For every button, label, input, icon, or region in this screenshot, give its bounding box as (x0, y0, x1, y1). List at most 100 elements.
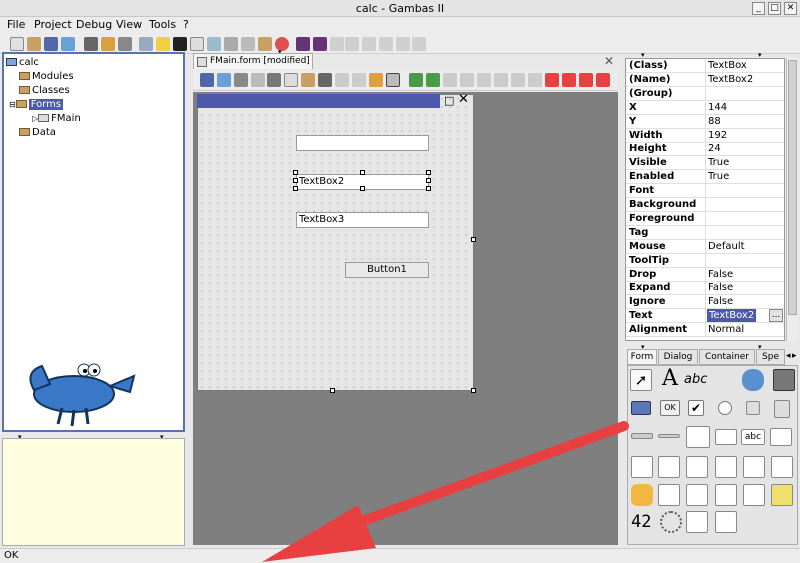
refresh-icon[interactable] (61, 37, 75, 51)
console-icon[interactable] (173, 37, 187, 51)
menu-project[interactable]: Project (34, 18, 72, 31)
properties-scrollbar[interactable] (786, 58, 798, 341)
tray-tool-icon[interactable] (771, 484, 793, 506)
textlabel-tool-icon[interactable]: abc (684, 369, 714, 391)
tab-scroll-right-icon[interactable]: ▸ (792, 351, 797, 361)
property-row[interactable]: Visible True (626, 156, 784, 171)
menu-help[interactable]: ? (183, 18, 189, 31)
property-row[interactable]: (Name) TextBox2 (626, 72, 784, 87)
form-resize-handle[interactable] (330, 388, 335, 393)
edit-icon[interactable] (190, 37, 204, 51)
property-value[interactable]: True (708, 156, 729, 169)
properties-icon[interactable] (84, 37, 98, 51)
radiobutton-tool-icon[interactable] (718, 401, 732, 415)
resize-handle[interactable] (293, 170, 298, 175)
tools-icon[interactable] (118, 37, 132, 51)
resize-handle[interactable] (426, 178, 431, 183)
toolbutton-tool-icon[interactable] (774, 400, 790, 418)
property-row[interactable]: Mouse Default (626, 239, 784, 254)
button1[interactable]: Button1 (345, 262, 429, 278)
tree-item-data[interactable]: Data (19, 126, 56, 139)
menu-debug[interactable]: Debug (76, 18, 112, 31)
tab-dialog[interactable]: Dialog (658, 349, 698, 365)
open-project-icon[interactable] (27, 37, 41, 51)
project-view-icon[interactable] (139, 37, 153, 51)
tree-root[interactable]: calc (6, 56, 39, 69)
grid-icon[interactable] (386, 73, 400, 87)
property-value[interactable]: TextBox2 (708, 73, 753, 86)
database-icon[interactable] (224, 37, 238, 51)
tab-container[interactable]: Container (699, 349, 755, 365)
property-value[interactable]: 144 (708, 101, 727, 114)
align-center-icon[interactable] (460, 73, 474, 87)
tab-fmain-form[interactable]: FMain.form [modified] (193, 53, 313, 69)
align-right-icon[interactable] (477, 73, 491, 87)
new-project-icon[interactable] (10, 37, 24, 51)
bring-front-icon[interactable] (409, 73, 423, 87)
align-middle-icon[interactable] (511, 73, 525, 87)
lcdnumber-tool-icon[interactable]: 42 (631, 511, 655, 533)
delete-icon[interactable] (318, 73, 332, 87)
property-value[interactable]: False (708, 295, 733, 308)
property-value[interactable]: True (708, 170, 729, 183)
menu-tools[interactable]: Tools (149, 18, 176, 31)
property-row[interactable]: Tag (626, 225, 784, 240)
property-row[interactable]: Drop False (626, 267, 784, 282)
tree-item-forms[interactable]: ⊟ Forms (9, 98, 64, 111)
property-value[interactable]: TextBox (708, 59, 747, 72)
resize-handle[interactable] (426, 186, 431, 191)
step-over-icon[interactable] (379, 37, 393, 51)
listbox-tool-icon[interactable] (686, 426, 710, 448)
pause-icon[interactable] (345, 37, 359, 51)
resize-handle[interactable] (360, 186, 365, 191)
paste-icon[interactable] (301, 73, 315, 87)
label-tool-icon[interactable]: A (659, 368, 681, 390)
align-top-icon[interactable] (494, 73, 508, 87)
property-value[interactable]: Normal (708, 323, 744, 336)
save-icon[interactable] (200, 73, 214, 87)
menu-editor-icon[interactable] (251, 73, 265, 87)
align-bottom-icon[interactable] (528, 73, 542, 87)
same-height-icon[interactable] (562, 73, 576, 87)
menu-file[interactable]: File (7, 18, 25, 31)
resize-handle[interactable] (360, 170, 365, 175)
same-width-icon[interactable] (545, 73, 559, 87)
menu-view[interactable]: View (116, 18, 142, 31)
checkbox-tool-icon[interactable]: ✔ (688, 400, 704, 416)
labelbox-tool-icon[interactable] (715, 511, 737, 533)
stop-icon[interactable] (362, 37, 376, 51)
reload-icon[interactable] (217, 73, 231, 87)
undo-icon[interactable] (335, 73, 349, 87)
property-row[interactable]: (Group) (626, 86, 784, 101)
property-value[interactable]: False (708, 281, 733, 294)
tabstrip-tool-icon[interactable] (686, 484, 708, 506)
scrollbar-tool-icon[interactable] (658, 434, 680, 438)
property-value[interactable]: 88 (708, 115, 721, 128)
property-row[interactable]: Font (626, 184, 784, 199)
send-back-icon[interactable] (426, 73, 440, 87)
space-v-icon[interactable] (596, 73, 610, 87)
save-project-icon[interactable] (44, 37, 58, 51)
tab-form[interactable]: Form (627, 349, 657, 365)
space-h-icon[interactable] (579, 73, 593, 87)
resize-handle[interactable] (293, 186, 298, 191)
property-row[interactable]: X 144 (626, 100, 784, 115)
cut-icon[interactable] (267, 73, 281, 87)
property-row[interactable]: ... Text TextBox2 (626, 309, 784, 324)
timer-tool-icon[interactable] (631, 484, 653, 506)
combobox-tool-icon[interactable] (715, 429, 737, 445)
property-row[interactable]: Background (626, 198, 784, 212)
spinbox-tool-icon[interactable] (770, 428, 792, 446)
property-row[interactable]: Alignment Normal (626, 323, 784, 338)
columnview-tool-icon[interactable] (743, 456, 765, 478)
forward-icon[interactable] (396, 37, 410, 51)
treeview-tool-icon[interactable] (686, 456, 708, 478)
step-icon[interactable] (330, 37, 344, 51)
resize-handle[interactable] (426, 170, 431, 175)
close-button[interactable]: ✕ (784, 2, 797, 15)
listview-tool-icon[interactable] (658, 456, 680, 478)
package-icon[interactable] (101, 37, 115, 51)
textbox1[interactable] (296, 135, 429, 151)
lightbulb-icon[interactable] (156, 37, 170, 51)
property-row[interactable]: Foreground (626, 211, 784, 226)
